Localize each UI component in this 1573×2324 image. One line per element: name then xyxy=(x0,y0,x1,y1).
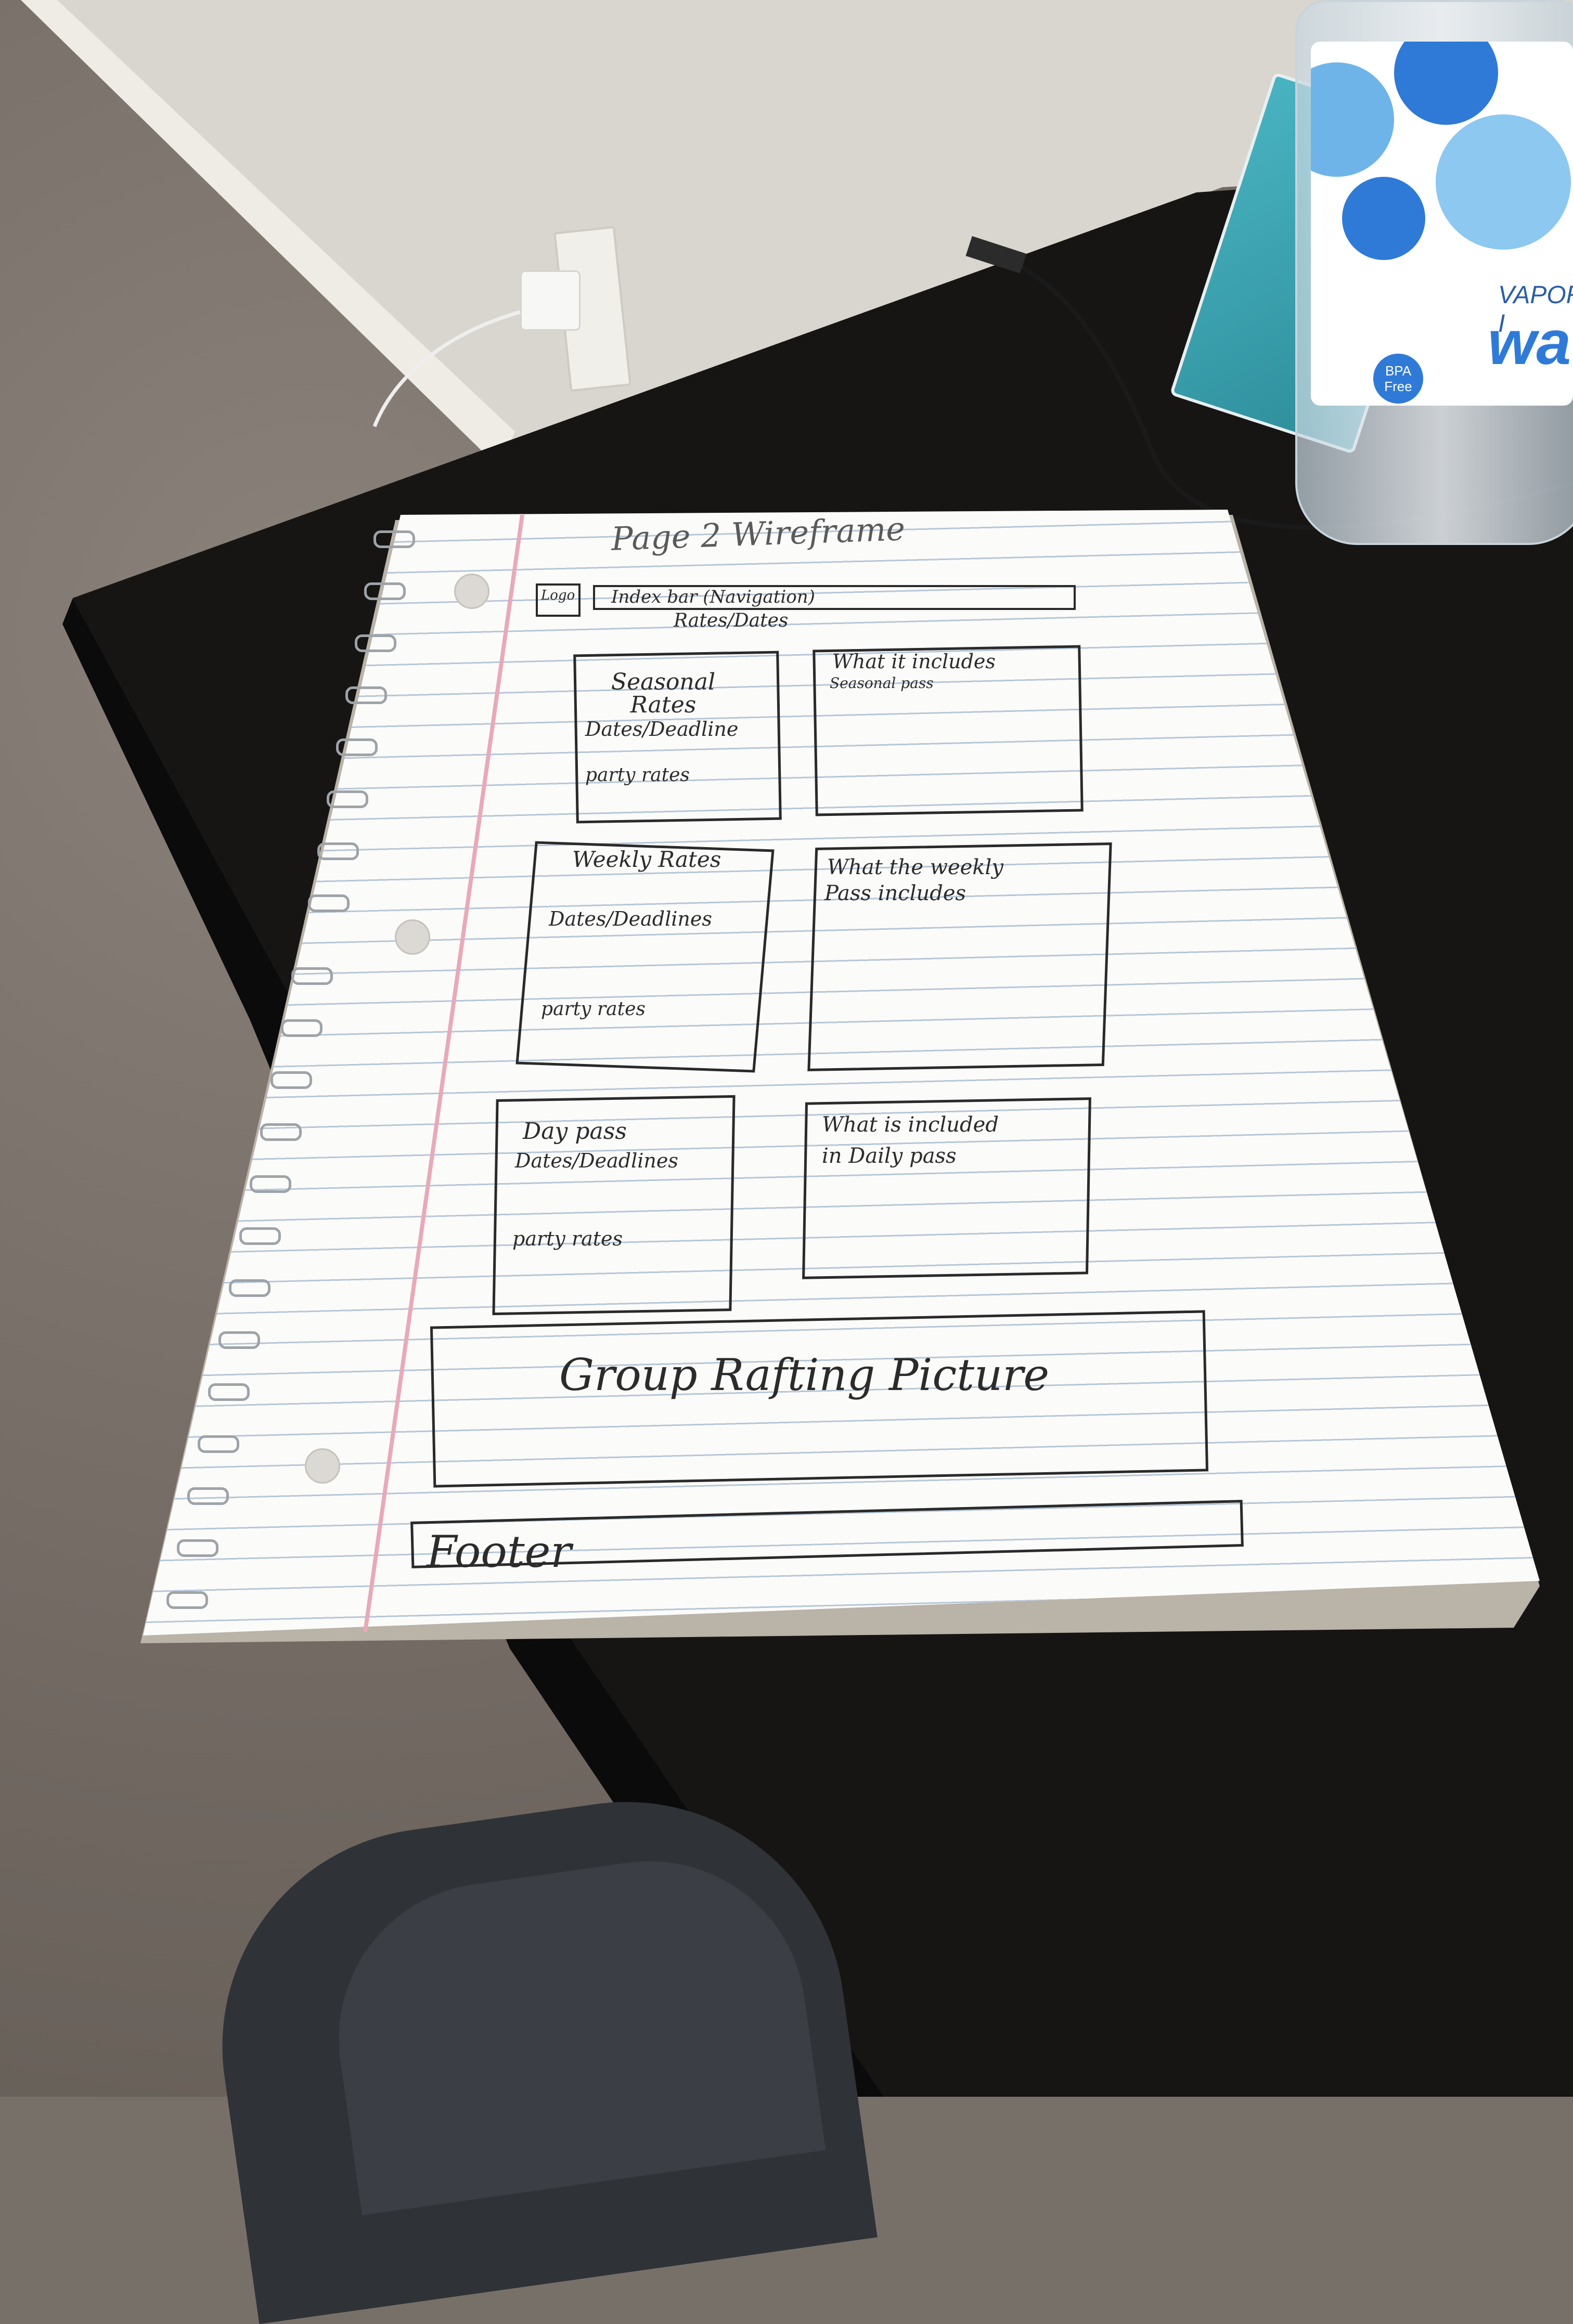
seasonal-includes-line2: Seasonal pass xyxy=(830,674,934,692)
binder-hole xyxy=(305,1448,340,1484)
weekly-rates-box xyxy=(515,841,775,1073)
footer-label: Footer xyxy=(427,1526,572,1577)
binder-hole xyxy=(395,919,430,955)
bpa-free-badge: BPA Free xyxy=(1373,354,1423,404)
daily-includes-line2: in Daily pass xyxy=(822,1144,957,1168)
bottle-brand-line2: wat xyxy=(1488,308,1573,378)
seasonal-rates-title: Seasonal Rates xyxy=(611,669,716,718)
binder-hole xyxy=(454,574,489,609)
day-pass-party: party rates xyxy=(512,1227,623,1250)
nav-subtitle: Rates/Dates xyxy=(674,610,789,631)
weekly-rates-party: party rates xyxy=(541,998,646,1020)
day-pass-dates: Dates/Deadlines xyxy=(515,1149,678,1172)
weekly-rates-title: Weekly Rates xyxy=(572,847,721,872)
seasonal-includes-title: What it includes xyxy=(832,650,996,673)
logo-label: Logo xyxy=(541,588,575,603)
weekly-includes-title: What the weekly xyxy=(827,855,1003,879)
seasonal-rates-dates: Dates/Deadline xyxy=(585,718,739,741)
day-pass-title: Day pass xyxy=(523,1118,627,1145)
group-rafting-picture-label: Group Rafting Picture xyxy=(559,1349,1050,1400)
nav-bar-label: Index bar (Navigation) xyxy=(611,587,815,607)
weekly-includes-line2: Pass includes xyxy=(824,881,966,905)
weekly-rates-dates: Dates/Deadlines xyxy=(549,907,712,930)
daily-includes-title: What is included xyxy=(822,1113,999,1137)
seasonal-rates-party: party rates xyxy=(585,764,690,786)
